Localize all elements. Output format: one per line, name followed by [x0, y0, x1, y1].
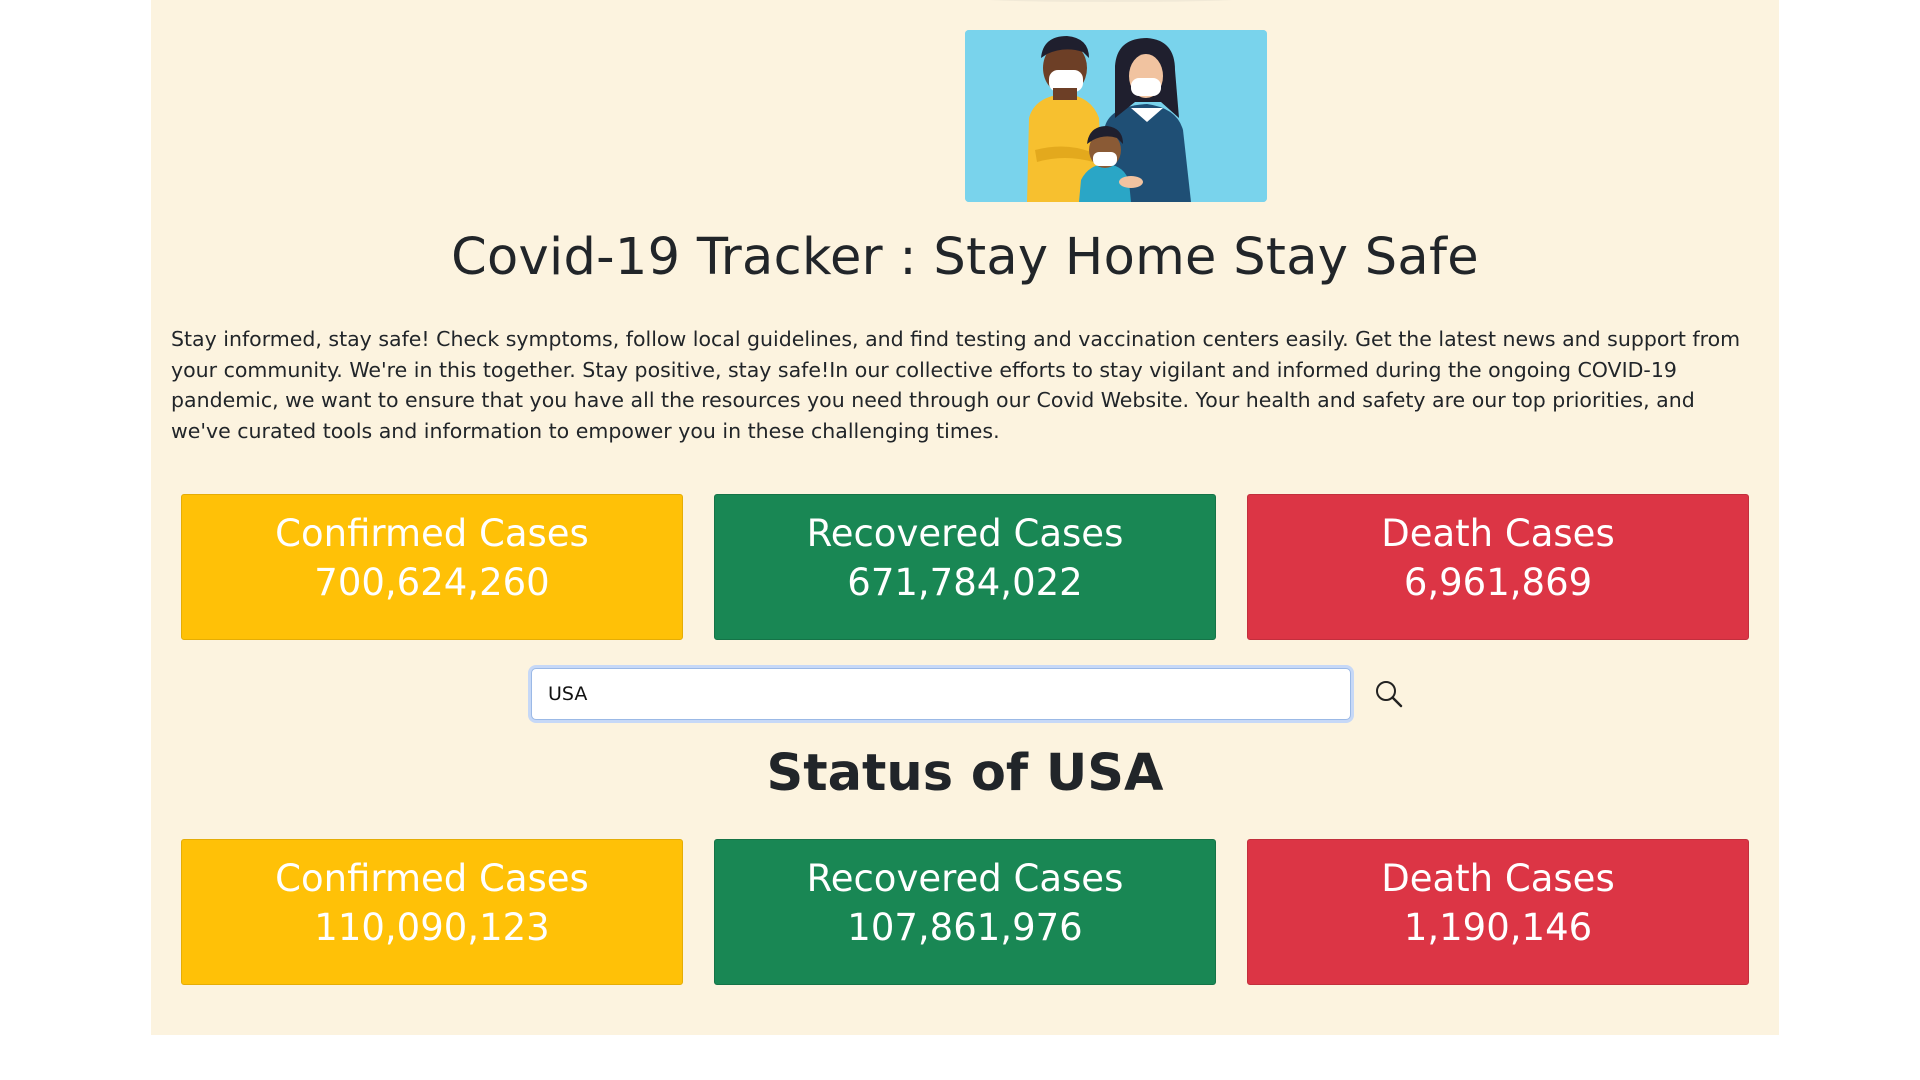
country-deaths-card: Death Cases 1,190,146: [1247, 839, 1749, 985]
global-stats: Confirmed Cases 700,624,260 Recovered Ca…: [181, 494, 1749, 640]
country-status-title: Status of USA: [766, 744, 1164, 803]
search-icon: [1376, 681, 1403, 708]
card-label: Death Cases: [1381, 857, 1615, 900]
country-search-input[interactable]: [531, 668, 1351, 720]
card-label: Recovered Cases: [806, 857, 1124, 900]
card-value: 700,624,260: [314, 561, 550, 604]
global-confirmed-card: Confirmed Cases 700,624,260: [181, 494, 683, 640]
family-mask-illustration: [965, 30, 1267, 202]
page-title: Covid-19 Tracker : Stay Home Stay Safe: [451, 228, 1479, 287]
card-label: Death Cases: [1381, 512, 1615, 555]
card-value: 671,784,022: [847, 561, 1083, 604]
card-label: Confirmed Cases: [275, 857, 589, 900]
search-bar: [531, 668, 1431, 720]
top-divider: [971, 0, 1251, 2]
global-recovered-card: Recovered Cases 671,784,022: [714, 494, 1216, 640]
card-value: 6,961,869: [1403, 561, 1593, 604]
page-container: Covid-19 Tracker : Stay Home Stay Safe S…: [151, 0, 1779, 1035]
card-label: Confirmed Cases: [275, 512, 589, 555]
country-confirmed-card: Confirmed Cases 110,090,123: [181, 839, 683, 985]
global-deaths-card: Death Cases 6,961,869: [1247, 494, 1749, 640]
card-value: 1,190,146: [1403, 906, 1593, 949]
country-recovered-card: Recovered Cases 107,861,976: [714, 839, 1216, 985]
search-button[interactable]: [1369, 674, 1409, 714]
card-value: 107,861,976: [847, 906, 1083, 949]
card-label: Recovered Cases: [806, 512, 1124, 555]
country-stats: Confirmed Cases 110,090,123 Recovered Ca…: [181, 839, 1749, 985]
intro-paragraph: Stay informed, stay safe! Check symptoms…: [171, 327, 1741, 443]
hero-image: [965, 30, 1267, 202]
card-value: 110,090,123: [314, 906, 550, 949]
